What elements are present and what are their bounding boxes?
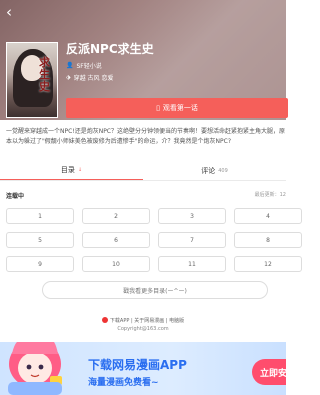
tag-icon: ⬗: [66, 74, 71, 81]
author-name: SF轻小说: [76, 63, 102, 70]
tab-comments[interactable]: 评论 409: [143, 161, 286, 180]
more-chapters-button[interactable]: 戳我看更多目录(ー^ー): [42, 281, 268, 299]
chapter-button[interactable]: 5: [6, 232, 74, 248]
banner-subtitle: 海量漫画免费看~: [88, 378, 159, 388]
comment-count: 409: [218, 167, 228, 174]
tab-comments-label: 评论: [201, 166, 216, 175]
footer-links: 下载APP | 关于网易漫画 | 电脑版: [0, 315, 286, 325]
tab-catalog[interactable]: 目录 ↓: [0, 161, 143, 180]
chapter-status-row: 连载中 最后更新：12: [6, 191, 286, 201]
last-update: 最后更新：12: [254, 192, 286, 198]
chevron-left-icon[interactable]: ‹: [6, 4, 22, 20]
tab-bar: 目录 ↓ 评论 409: [0, 161, 286, 181]
comic-cover[interactable]: 求生史: [6, 42, 58, 118]
user-icon: 👤: [66, 62, 74, 69]
copyright-text: Copyright@163.com: [117, 326, 169, 332]
chapter-button[interactable]: 3: [158, 208, 226, 224]
cover-title-art: 求生史: [39, 56, 50, 93]
chapter-button[interactable]: 1: [6, 208, 74, 224]
app-download-banner[interactable]: 下载网易漫画APP 海量漫画免费看~ 立即安装: [0, 342, 286, 395]
install-app-button[interactable]: 立即安装: [252, 359, 286, 385]
tags-text: 穿越 古风 恋爱: [73, 75, 114, 82]
netease-logo-icon: [101, 317, 108, 323]
footer-links-text[interactable]: 下载APP | 关于网易漫画 | 电脑版: [110, 317, 184, 324]
chapter-button[interactable]: 10: [82, 256, 150, 272]
banner-title: 下载网易漫画APP: [88, 358, 187, 372]
comic-description: 一觉醒来穿越成一个NPC!还是炮灰NPC？这绝壁分分钟领便当的节奏啊！要想活命赶…: [6, 128, 285, 145]
sort-arrow-icon: ↓: [77, 167, 83, 173]
chapter-button[interactable]: 6: [82, 232, 150, 248]
chapter-button[interactable]: 7: [158, 232, 226, 248]
mascot-illustration: [8, 342, 62, 395]
read-button-label: 观看第一话: [162, 104, 198, 112]
chapter-button[interactable]: 2: [82, 208, 150, 224]
chapter-button[interactable]: 4: [234, 208, 302, 224]
comic-title: 反派NPC求生史: [66, 42, 154, 56]
chapter-button[interactable]: 9: [6, 256, 74, 272]
chapter-grid: 1 2 3 4 5 6 7 8 9 10 11 12: [6, 208, 302, 272]
chapter-button[interactable]: 8: [234, 232, 302, 248]
read-first-chapter-button[interactable]: ▯ 观看第一话: [66, 98, 288, 118]
author-line: 👤 SF轻小说: [66, 61, 102, 70]
tab-catalog-label: 目录: [60, 166, 75, 174]
tags-line: ⬗ 穿越 古风 恋爱: [66, 73, 113, 82]
chapter-button[interactable]: 12: [234, 256, 302, 272]
book-icon: ▯: [156, 104, 160, 112]
chapter-button[interactable]: 11: [158, 256, 226, 272]
serial-status: 连载中: [6, 193, 25, 200]
